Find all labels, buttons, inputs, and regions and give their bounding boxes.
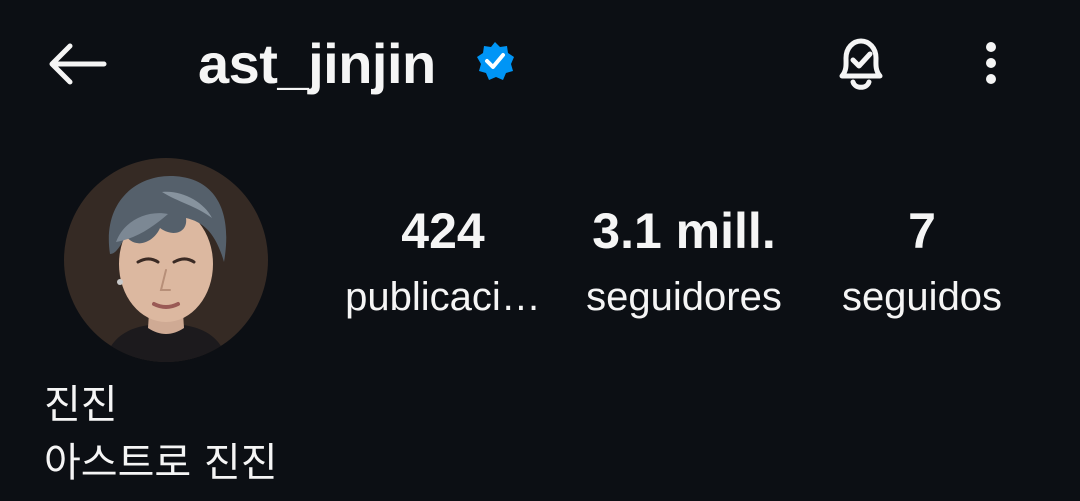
back-button[interactable] <box>40 36 112 96</box>
followers-count[interactable]: 3.1 mill. seguidores <box>566 196 802 328</box>
avatar-photo <box>64 158 268 362</box>
following-count-label: seguidos <box>841 275 1003 319</box>
bell-check-icon <box>831 32 891 99</box>
profile-display-name: 진진 <box>44 382 118 428</box>
following-count-value: 7 <box>908 203 936 259</box>
more-vertical-icon <box>984 41 998 90</box>
posts-count-value: 424 <box>401 203 485 259</box>
following-count[interactable]: 7 seguidos <box>824 196 1020 328</box>
verified-badge-icon <box>474 40 516 82</box>
followers-count-label: seguidores <box>586 275 782 319</box>
notifications-bell-button[interactable] <box>826 30 896 100</box>
arrow-left-icon <box>44 42 108 91</box>
profile-username[interactable]: ast_jinjin <box>198 30 436 98</box>
followers-count-value: 3.1 mill. <box>592 203 776 259</box>
more-options-button[interactable] <box>966 34 1016 96</box>
posts-count-label: publicaci… <box>345 275 541 319</box>
posts-count[interactable]: 424 publicaci… <box>336 196 550 328</box>
profile-bio: 아스트로 진진 <box>44 440 278 486</box>
profile-avatar[interactable] <box>64 158 268 362</box>
